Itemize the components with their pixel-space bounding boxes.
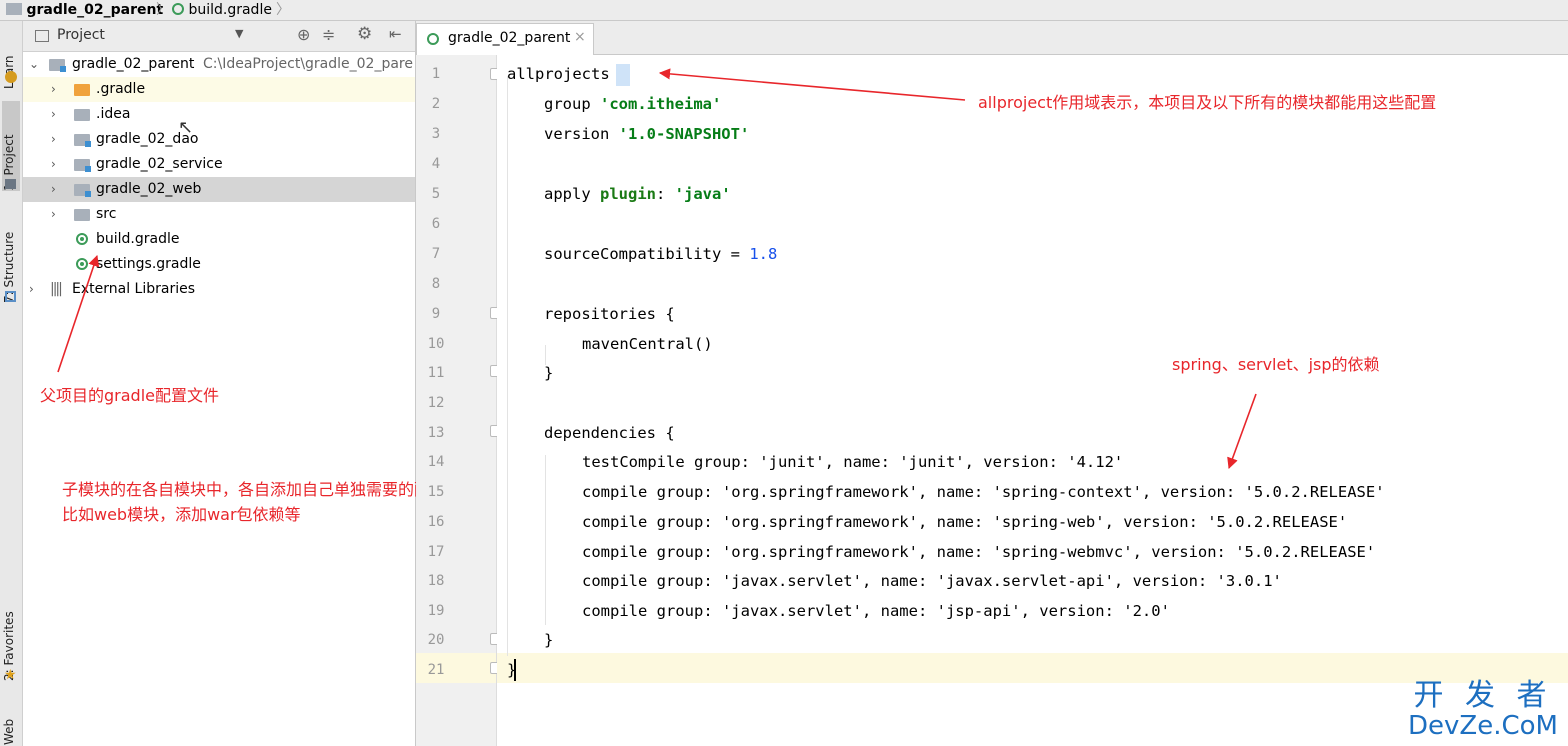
arrow-to-allprojects (658, 68, 966, 101)
annotation-arrows (57, 68, 1257, 470)
arrow-to-build-gradle (57, 254, 100, 373)
arrow-to-dependencies (1227, 393, 1257, 470)
